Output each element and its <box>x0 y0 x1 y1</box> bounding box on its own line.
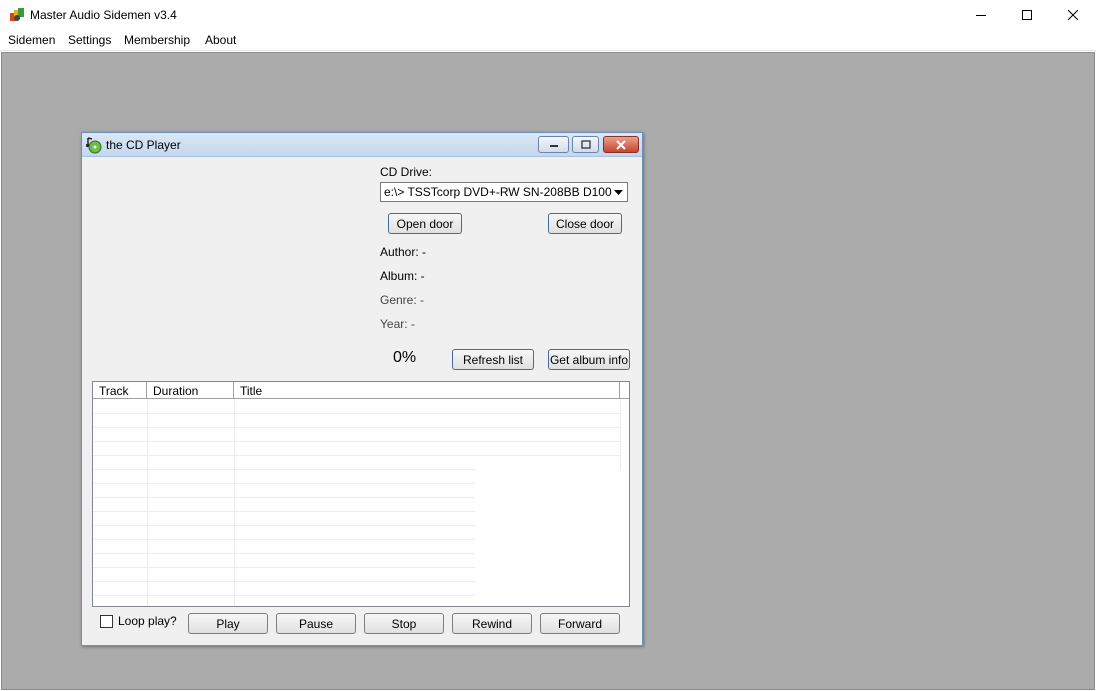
grid-line <box>93 469 475 470</box>
grid-line <box>93 413 620 414</box>
maximize-button[interactable] <box>1004 0 1050 30</box>
close-icon <box>616 139 626 150</box>
app-titlebar: Master Audio Sidemen v3.4 <box>0 0 1096 30</box>
cd-music-icon <box>85 136 103 154</box>
grid-line <box>93 525 475 526</box>
child-close-button[interactable] <box>603 136 639 153</box>
restore-icon <box>580 140 591 149</box>
play-button[interactable]: Play <box>188 613 268 634</box>
menu-bar: Sidemen Settings Membership About <box>0 30 1096 51</box>
dropdown-arrow-icon[interactable] <box>610 183 627 201</box>
rewind-button[interactable]: Rewind <box>452 613 532 634</box>
album-label: Album: - <box>380 269 425 283</box>
cd-player-title: the CD Player <box>106 138 181 152</box>
progress-percent: 0% <box>393 349 417 366</box>
column-header-track[interactable]: Track <box>93 382 147 399</box>
child-minimize-button[interactable] <box>538 136 569 153</box>
cd-drive-label: CD Drive: <box>380 165 433 179</box>
menu-sidemen[interactable]: Sidemen <box>8 33 55 47</box>
menu-membership[interactable]: Membership <box>124 33 190 47</box>
cd-player-window: the CD Player CD Drive: e:\> TSSTcorp DV… <box>81 132 643 646</box>
grid-line <box>234 399 235 606</box>
maximize-icon <box>1022 10 1032 20</box>
grid-line <box>93 483 475 484</box>
year-label: Year: - <box>380 317 415 331</box>
grid-line <box>93 553 475 554</box>
grid-line <box>93 455 620 456</box>
loop-play-label: Loop play? <box>118 614 177 628</box>
minimize-icon <box>549 144 558 147</box>
grid-line <box>93 441 620 442</box>
refresh-list-button[interactable]: Refresh list <box>452 349 534 370</box>
close-door-button[interactable]: Close door <box>548 213 622 234</box>
grid-line <box>93 427 620 428</box>
grid-line <box>93 581 475 582</box>
open-door-button[interactable]: Open door <box>388 213 462 234</box>
cd-drive-select[interactable]: e:\> TSSTcorp DVD+-RW SN-208BB D100 <box>380 182 628 202</box>
grid-line <box>93 595 475 596</box>
pause-button[interactable]: Pause <box>276 613 356 634</box>
menu-about[interactable]: About <box>205 33 236 47</box>
column-header-title[interactable]: Title <box>234 382 620 399</box>
menu-settings[interactable]: Settings <box>68 33 111 47</box>
column-header-duration[interactable]: Duration <box>147 382 234 399</box>
minimize-button[interactable] <box>958 0 1004 30</box>
app-title: Master Audio Sidemen v3.4 <box>30 8 177 22</box>
grid-line <box>93 539 475 540</box>
app-icon <box>9 7 25 23</box>
track-list[interactable]: Track Duration Title <box>92 381 630 607</box>
grid-line <box>93 511 475 512</box>
forward-button[interactable]: Forward <box>540 613 620 634</box>
child-restore-button[interactable] <box>572 136 599 153</box>
track-list-body <box>93 399 629 606</box>
minimize-icon <box>976 15 986 16</box>
grid-line <box>93 497 475 498</box>
track-list-header: Track Duration Title <box>93 382 629 399</box>
grid-line <box>147 399 148 606</box>
genre-label: Genre: - <box>380 293 425 307</box>
close-icon <box>1068 10 1078 20</box>
close-button[interactable] <box>1050 0 1096 30</box>
cd-player-titlebar[interactable]: the CD Player <box>82 133 642 157</box>
get-album-info-button[interactable]: Get album info <box>548 349 630 370</box>
grid-line <box>620 399 621 469</box>
grid-line <box>93 567 475 568</box>
author-label: Author: - <box>380 245 427 259</box>
cd-drive-value: e:\> TSSTcorp DVD+-RW SN-208BB D100 <box>384 185 612 199</box>
loop-play-checkbox[interactable] <box>100 615 113 628</box>
stop-button[interactable]: Stop <box>364 613 444 634</box>
